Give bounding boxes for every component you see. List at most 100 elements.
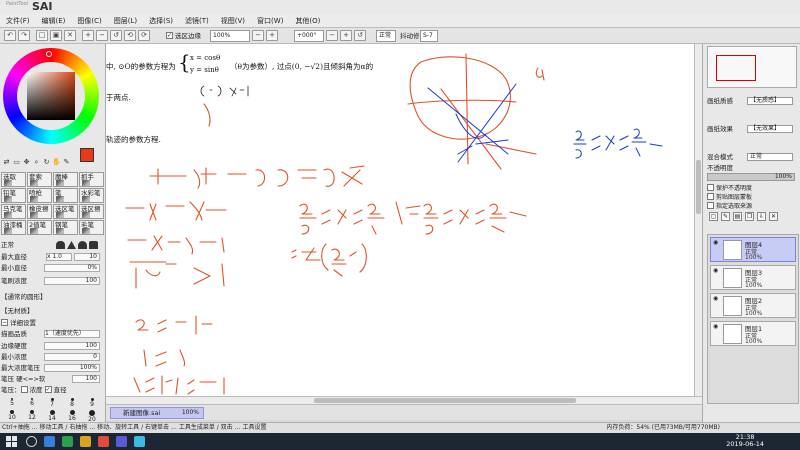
move-icon[interactable]: ✥ <box>22 158 31 167</box>
zoom-minus-button[interactable]: − <box>252 30 264 41</box>
detail-settings-toggle[interactable]: − 详细设置 <box>0 318 104 328</box>
pressure-size-checkbox[interactable]: ✓ <box>44 385 52 393</box>
search-icon[interactable] <box>26 436 37 447</box>
paper-texture-row[interactable]: 画纸质感 【无质感】 <box>707 96 799 106</box>
layer-item-2[interactable]: ◉ 图层2 正常 100% <box>710 293 796 318</box>
task-view-icon[interactable] <box>44 436 55 447</box>
clip-group-toggle[interactable]: 剪贴图层蒙板 <box>707 193 752 202</box>
eyedropper-icon[interactable]: ✎ <box>62 158 71 167</box>
selection-edge-checkbox[interactable]: ✓ <box>166 31 173 39</box>
navigator-preview[interactable] <box>707 46 797 88</box>
size-preset[interactable]: 5 <box>2 398 22 408</box>
menu-select[interactable]: 选择(S) <box>143 14 179 28</box>
tool-watercolor[interactable]: 水彩笔 <box>79 188 104 203</box>
app-icon[interactable] <box>98 436 109 447</box>
tool-magic-wand[interactable]: 魔棒 <box>53 172 78 187</box>
blend-mode-select[interactable]: 正常 <box>376 30 396 42</box>
tool-hand[interactable]: 抓手 <box>79 172 104 187</box>
zoom-plus-button[interactable]: + <box>266 30 278 41</box>
eye-icon[interactable]: ◉ <box>713 240 721 246</box>
copy-layer-icon[interactable]: ❐ <box>745 212 754 221</box>
tool-pencil[interactable]: 铅笔 <box>1 188 26 203</box>
zoom-icon[interactable]: ⌕ <box>32 158 41 167</box>
rotation-field[interactable]: +000° <box>294 30 324 42</box>
layer-item-1[interactable]: ◉ 图层1 正常 100% <box>710 321 796 346</box>
zoom-field[interactable]: 100% <box>210 30 250 42</box>
pointed-tip-icon[interactable] <box>67 241 76 249</box>
tool-airbrush[interactable]: 喷枪 <box>27 188 52 203</box>
quality-row[interactable]: 描画品质 1（速度优先） <box>0 329 104 339</box>
new-folder-icon[interactable]: ▤ <box>733 212 742 221</box>
rotation-plus-button[interactable]: + <box>340 30 352 41</box>
redo-button[interactable]: ↷ <box>18 30 30 41</box>
menu-window[interactable]: 窗口(W) <box>251 14 289 28</box>
foreground-color-swatch[interactable] <box>80 148 94 162</box>
clip-group-checkbox[interactable] <box>707 193 714 200</box>
paper-effect-select[interactable]: 【无效果】 <box>747 125 793 133</box>
size-preset[interactable]: 6 <box>22 398 42 408</box>
deselect-button[interactable]: □ <box>36 30 48 41</box>
rotate-right-button[interactable]: ⟳ <box>138 30 150 41</box>
hue-marker[interactable] <box>46 51 52 57</box>
rotate-icon[interactable]: ↻ <box>42 158 51 167</box>
size-preset[interactable]: 9 <box>82 398 102 408</box>
windows-start-icon[interactable] <box>6 436 17 447</box>
flat-tip-icon[interactable] <box>89 241 98 249</box>
horizontal-scrollbar[interactable] <box>106 396 702 404</box>
selection-source-toggle[interactable]: 指定选取来源 <box>707 202 752 211</box>
eye-icon[interactable]: ◉ <box>713 324 721 330</box>
tool-brush[interactable]: 毛笔 <box>79 220 104 235</box>
clear-button[interactable]: ✕ <box>64 30 76 41</box>
tool-select-pen[interactable]: 选区笔 <box>53 204 78 219</box>
horizontal-scroll-thumb[interactable] <box>314 398 576 403</box>
hand-icon[interactable]: ✋ <box>52 158 61 167</box>
protect-alpha-toggle[interactable]: 保护不透明度 <box>707 184 752 193</box>
brush-mode-row[interactable]: 正常 <box>0 240 104 250</box>
selection-source-checkbox[interactable] <box>707 202 714 209</box>
menu-view[interactable]: 视图(V) <box>215 14 251 28</box>
paint-tool-sai-icon[interactable] <box>116 436 127 447</box>
min-size-row[interactable]: 最小直径 0% <box>0 263 104 273</box>
saturation-value-square[interactable] <box>27 72 75 120</box>
pressure-row[interactable]: 笔压 硬<=>软 100 <box>0 374 104 384</box>
new-vector-layer-icon[interactable]: ✎ <box>721 212 730 221</box>
menu-filter[interactable]: 滤镜(T) <box>179 14 215 28</box>
edge-hardness-row[interactable]: 边缘硬度 100 <box>0 341 104 351</box>
menu-image[interactable]: 图像(C) <box>71 14 107 28</box>
tool-select[interactable]: 选取 <box>1 172 26 187</box>
delete-layer-icon[interactable]: ✕ <box>769 212 778 221</box>
new-layer-icon[interactable]: ▢ <box>709 212 718 221</box>
invert-selection-button[interactable]: ▣ <box>50 30 62 41</box>
stabilizer-select[interactable]: S-7 <box>420 30 438 42</box>
round-tip-icon[interactable] <box>56 241 65 249</box>
eye-icon[interactable]: ◉ <box>713 296 721 302</box>
rotation-reset-button[interactable]: ↺ <box>354 30 366 41</box>
protect-alpha-checkbox[interactable] <box>707 184 714 191</box>
pressure-density-checkbox[interactable] <box>20 385 28 393</box>
tool-eraser[interactable]: 橡皮擦 <box>27 204 52 219</box>
opacity-slider[interactable]: 100% <box>707 173 795 181</box>
brush-mode-value[interactable]: 正常 <box>1 240 14 250</box>
folder-icon[interactable] <box>80 436 91 447</box>
tool-lasso[interactable]: 套索 <box>27 172 52 187</box>
size-preset[interactable]: 7 <box>42 398 62 408</box>
document-tab[interactable]: 新建图像.sai 100% <box>110 407 204 419</box>
blend-mode-row[interactable]: 混合模式 正常 <box>707 152 799 162</box>
density-row[interactable]: 笔刷浓度 100 <box>0 276 104 286</box>
merge-layer-icon[interactable]: ⇩ <box>757 212 766 221</box>
drawing-canvas[interactable]: 中, ⊙O的参数方程为 { x = cosθ y = sinθ （θ为参数）, … <box>106 44 694 396</box>
menu-layer[interactable]: 图层(L) <box>108 14 143 28</box>
navigator-viewport[interactable] <box>716 55 756 81</box>
tool-ink-pen[interactable]: 钢笔 <box>53 220 78 235</box>
undo-button[interactable]: ↶ <box>4 30 16 41</box>
taskbar-clock[interactable]: 21:38 2019-06-14 <box>726 434 764 448</box>
tool-pen[interactable]: 笔 <box>53 188 78 203</box>
tool-bucket[interactable]: 油漆桶 <box>1 220 26 235</box>
eye-icon[interactable]: ◉ <box>713 268 721 274</box>
zoom-in-button[interactable]: + <box>82 30 94 41</box>
menu-edit[interactable]: 编辑(E) <box>36 14 72 28</box>
opacity-row[interactable]: 100% <box>707 172 799 182</box>
min-density-row[interactable]: 最小浓度 0 <box>0 352 104 362</box>
rotate-left-button[interactable]: ⟲ <box>124 30 136 41</box>
tool-binary-pen[interactable]: 2值笔 <box>27 220 52 235</box>
